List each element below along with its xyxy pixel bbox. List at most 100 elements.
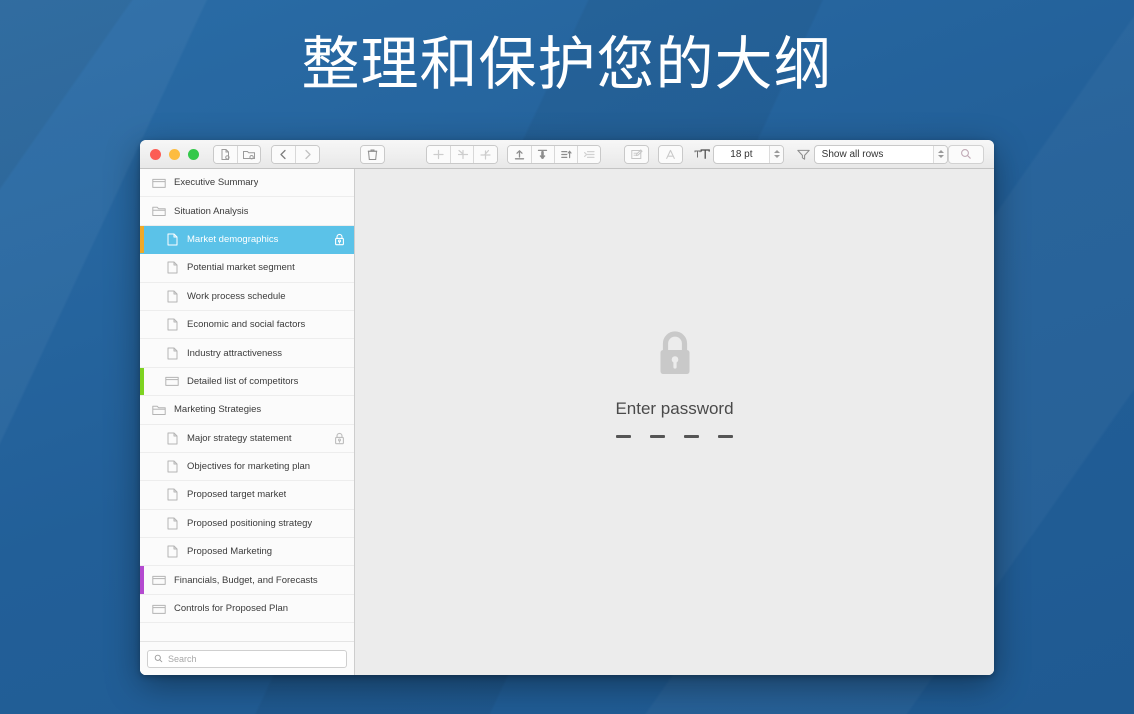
font-size-stepper-arrows[interactable] [769, 146, 783, 163]
row-label: Detailed list of competitors [187, 376, 298, 387]
indent-row-button[interactable] [450, 146, 473, 163]
text-size-icon [694, 148, 710, 161]
edit-note-button[interactable] [625, 146, 648, 163]
new-folder-button[interactable] [237, 146, 260, 163]
outline-row[interactable]: Potential market segment [140, 254, 354, 282]
row-type-icon [165, 488, 179, 501]
outline-sidebar: Executive SummarySituation Analysis Marke… [140, 169, 355, 675]
row-label: Controls for Proposed Plan [174, 603, 288, 614]
outline-row[interactable]: Controls for Proposed Plan [140, 595, 354, 623]
lock-closed-icon [655, 331, 695, 378]
group-rows-icon [560, 148, 573, 161]
lock-closed-icon-large [655, 331, 695, 383]
move-down-icon [536, 148, 549, 161]
outline-row[interactable]: Major strategy statement [140, 425, 354, 453]
font-button[interactable] [659, 146, 682, 163]
row-type-icon [165, 460, 179, 473]
outline-row[interactable]: Objectives for marketing plan [140, 453, 354, 481]
new-document-button[interactable] [214, 146, 237, 163]
outline-row[interactable]: Proposed positioning strategy [140, 510, 354, 538]
row-filter-dropdown[interactable]: Show all rows [814, 145, 948, 164]
row-lock-indicator[interactable] [334, 233, 345, 246]
split-row-icon [479, 148, 492, 161]
stepper-up-icon[interactable] [774, 150, 780, 153]
navigation-buttons-group [271, 145, 319, 164]
row-filter-value[interactable]: Show all rows [815, 146, 933, 163]
outline-row[interactable]: Executive Summary [140, 169, 354, 197]
sidebar-search-field[interactable]: Search [147, 650, 347, 668]
hoist-icon [583, 148, 596, 161]
delete-button[interactable] [361, 146, 384, 163]
row-filter-arrows[interactable] [933, 146, 947, 163]
password-dash[interactable] [650, 435, 665, 438]
password-dash[interactable] [684, 435, 699, 438]
sidebar-search-placeholder[interactable]: Search [168, 654, 197, 664]
filter-button[interactable] [793, 148, 813, 161]
outdent-row-icon [432, 148, 445, 161]
password-pane: Enter password [355, 169, 994, 675]
toolbar-search-button[interactable] [948, 145, 984, 164]
row-lock-indicator[interactable] [334, 432, 345, 445]
outline-list[interactable]: Executive SummarySituation Analysis Marke… [140, 169, 354, 641]
row-label: Objectives for marketing plan [187, 461, 310, 472]
app-window: 18 pt Show all rows [140, 140, 994, 675]
font-size-stepper[interactable]: 18 pt [713, 145, 784, 164]
hoist-button[interactable] [577, 146, 600, 163]
stepper-up-icon[interactable] [938, 150, 944, 153]
edit-note-icon [630, 148, 643, 161]
outline-row[interactable]: Economic and social factors [140, 311, 354, 339]
outline-row[interactable]: Work process schedule [140, 283, 354, 311]
move-up-button[interactable] [508, 146, 531, 163]
outline-row[interactable]: Marketing Strategies [140, 396, 354, 424]
row-type-icon [152, 574, 166, 586]
move-up-icon [513, 148, 526, 161]
zoom-window-button[interactable] [188, 149, 199, 160]
password-dash-field[interactable] [616, 435, 733, 438]
new-folder-icon [242, 148, 256, 161]
minimize-window-button[interactable] [169, 149, 180, 160]
row-label: Market demographics [187, 234, 278, 245]
outline-row[interactable]: Industry attractiveness [140, 339, 354, 367]
outline-row[interactable]: Detailed list of competitors [140, 368, 354, 396]
outdent-row-button[interactable] [427, 146, 450, 163]
chevron-left-icon [279, 149, 288, 160]
move-down-button[interactable] [531, 146, 554, 163]
traffic-lights [150, 149, 199, 160]
font-A-icon [664, 148, 677, 161]
folder-closed-icon [152, 603, 166, 615]
window-body: Executive SummarySituation Analysis Marke… [140, 169, 994, 675]
split-row-button[interactable] [473, 146, 496, 163]
outline-row[interactable]: Situation Analysis [140, 197, 354, 225]
toolbar: 18 pt Show all rows [140, 140, 994, 169]
font-size-value[interactable]: 18 pt [714, 146, 769, 163]
screenshot-root: 整理和保护您的大纲 [0, 0, 1134, 714]
row-type-icon [152, 177, 166, 189]
outline-row[interactable]: Proposed target market [140, 481, 354, 509]
row-color-flag [140, 226, 144, 253]
password-dash[interactable] [616, 435, 631, 438]
outline-row[interactable]: Market demographics [140, 226, 354, 254]
row-type-icon [165, 517, 179, 530]
toolbar-right-section [948, 145, 984, 164]
row-label: Marketing Strategies [174, 404, 261, 415]
outline-row[interactable]: Proposed Marketing [140, 538, 354, 566]
new-document-icon [219, 148, 232, 161]
group-rows-button[interactable] [554, 146, 577, 163]
sidebar-search-area: Search [140, 641, 354, 675]
folder-closed-icon [152, 574, 166, 586]
row-type-icon [152, 205, 166, 217]
stepper-down-icon[interactable] [938, 155, 944, 158]
back-button[interactable] [272, 146, 295, 163]
row-label: Proposed target market [187, 489, 286, 500]
font-group [658, 145, 683, 164]
forward-button[interactable] [295, 146, 318, 163]
row-label: Work process schedule [187, 291, 286, 302]
document-icon [167, 347, 178, 360]
password-dash[interactable] [718, 435, 733, 438]
search-icon [154, 654, 163, 663]
document-icon [167, 233, 178, 246]
folder-open-icon [152, 404, 166, 416]
outline-row[interactable]: Financials, Budget, and Forecasts [140, 566, 354, 594]
stepper-down-icon[interactable] [774, 155, 780, 158]
close-window-button[interactable] [150, 149, 161, 160]
